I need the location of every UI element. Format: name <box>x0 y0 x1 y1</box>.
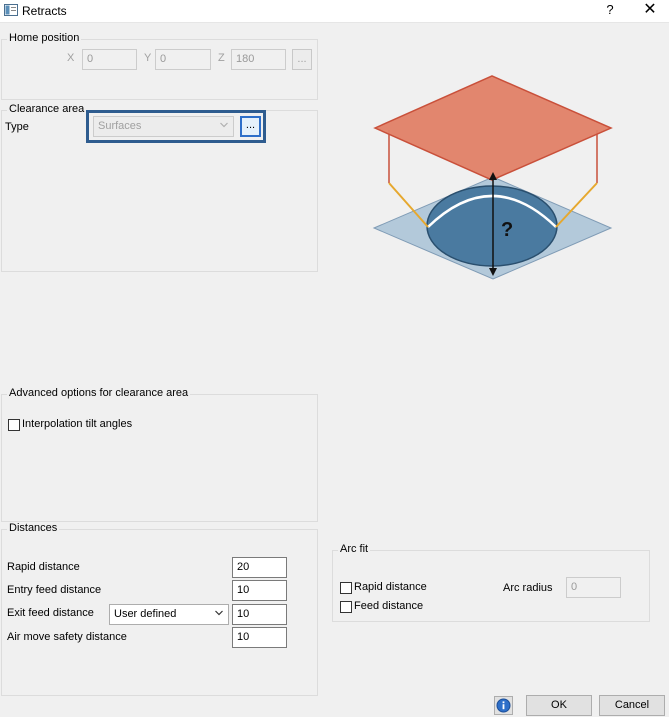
window-icon <box>4 4 18 16</box>
clearance-top-plane <box>373 75 613 181</box>
z-label: Z <box>218 52 225 64</box>
air-move-input[interactable]: 10 <box>232 627 287 648</box>
arc-fit-title: Arc fit <box>338 543 371 555</box>
close-button[interactable]: ✕ <box>640 1 660 21</box>
height-question-mark: ? <box>501 219 513 241</box>
home-z-input[interactable]: 180 <box>231 49 286 70</box>
home-position-title: Home position <box>7 32 82 44</box>
distances-title: Distances <box>7 522 60 534</box>
home-browse-button[interactable]: ... <box>292 49 312 70</box>
rapid-distance-label: Rapid distance <box>7 561 80 573</box>
clearance-diagram: ? <box>372 75 613 280</box>
y-label: Y <box>144 52 152 64</box>
chevron-down-icon <box>220 122 228 128</box>
air-move-label: Air move safety distance <box>7 631 127 643</box>
arc-feed-checkbox[interactable] <box>340 601 352 613</box>
info-button[interactable] <box>494 696 513 715</box>
help-button[interactable]: ? <box>600 1 620 21</box>
advanced-options-title: Advanced options for clearance area <box>7 387 191 399</box>
clearance-type-value: Surfaces <box>98 120 142 132</box>
chevron-down-icon <box>215 610 223 616</box>
rapid-distance-input[interactable]: 20 <box>232 557 287 578</box>
ok-button[interactable]: OK <box>526 695 592 716</box>
arc-rapid-checkbox[interactable] <box>340 582 352 594</box>
exit-feed-mode-select[interactable]: User defined <box>109 604 229 625</box>
arc-rapid-label: Rapid distance <box>354 581 427 593</box>
exit-feed-input[interactable]: 10 <box>232 604 287 625</box>
exit-feed-label: Exit feed distance <box>7 607 94 619</box>
exit-feed-mode-value: User defined <box>114 608 177 620</box>
clearance-browse-button[interactable]: ... <box>240 116 261 137</box>
window-title: Retracts <box>22 4 67 18</box>
interpolation-label: Interpolation tilt angles <box>22 418 133 430</box>
entry-feed-label: Entry feed distance <box>7 584 102 596</box>
clearance-type-select[interactable]: Surfaces <box>93 116 234 137</box>
cancel-button[interactable]: Cancel <box>599 695 665 716</box>
x-label: X <box>67 52 75 64</box>
title-bar: Retracts ? ✕ <box>0 0 669 23</box>
arc-feed-label: Feed distance <box>354 600 424 612</box>
home-y-input[interactable]: 0 <box>155 49 211 70</box>
type-label: Type <box>5 121 29 133</box>
interpolation-checkbox[interactable] <box>8 419 20 431</box>
arc-radius-input[interactable]: 0 <box>566 577 621 598</box>
arc-radius-label: Arc radius <box>503 582 553 594</box>
surface-ellipse <box>426 185 558 267</box>
info-icon <box>496 698 511 713</box>
advanced-options-group: Advanced options for clearance area <box>1 387 318 522</box>
home-x-input[interactable]: 0 <box>82 49 137 70</box>
entry-feed-input[interactable]: 10 <box>232 580 287 601</box>
clearance-area-title: Clearance area <box>7 103 87 115</box>
